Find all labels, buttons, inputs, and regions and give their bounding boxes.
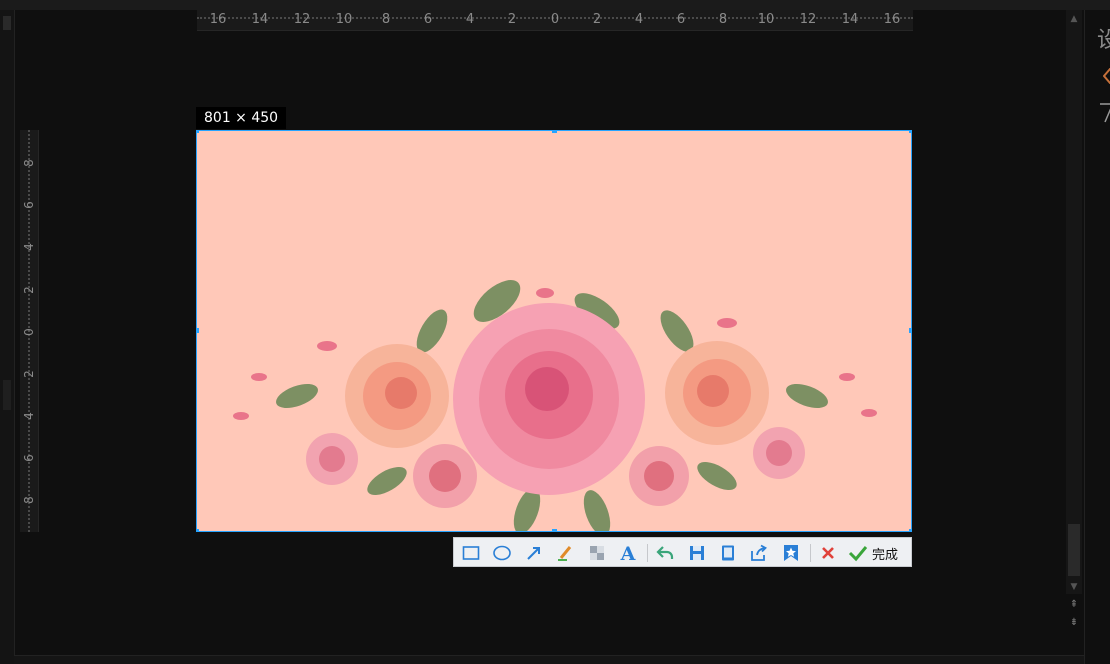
ruler-label: 8 [22,496,36,504]
resize-handle-top-right[interactable] [909,131,911,133]
capture-selection[interactable] [196,130,912,532]
ruler-label: 8 [381,12,391,27]
scroll-top-button[interactable]: ⇞ [1068,599,1080,611]
undo-icon [656,546,674,559]
share-icon [751,544,767,561]
resize-handle-bottom[interactable] [552,529,557,531]
star-bookmark-icon [784,545,798,561]
ruler-label: 2 [507,12,517,27]
done-label: 完成 [872,547,899,563]
pin-button[interactable] [716,541,740,565]
capture-toolbar: A 完成 [453,537,912,567]
collect-button[interactable] [779,541,803,565]
ruler-label: 4 [22,243,36,251]
resize-handle-bottom-left[interactable] [197,529,199,531]
left-scroll-strip[interactable] [0,10,15,664]
save-icon [690,546,704,560]
cancel-button[interactable] [816,541,840,565]
undo-button[interactable] [653,541,677,565]
ruler-label: 4 [22,412,36,420]
ruler-label: 2 [22,286,36,294]
resize-handle-bottom-right[interactable] [909,529,911,531]
scroll-up-arrow[interactable]: ▲ [1069,14,1079,24]
arrow-tool[interactable] [522,541,546,565]
ruler-label: 12 [293,12,311,27]
svg-text:A: A [620,543,636,563]
text-icon: A [620,543,636,563]
ruler-label: 6 [423,12,433,27]
share-button[interactable] [747,541,771,565]
ellipse-tool[interactable] [490,541,514,565]
ruler-label: 6 [22,454,36,462]
right-settings-panel: 设 [1084,10,1110,664]
ruler-label: 0 [22,328,36,336]
panel-title-partial: 设 [1097,22,1110,54]
top-bar [0,0,1110,10]
ruler-label: 6 [22,201,36,209]
selection-size-label: 801 × 450 [196,107,287,129]
checkmark-icon [848,546,868,562]
rectangle-tool[interactable] [459,541,483,565]
ruler-label: 2 [22,370,36,378]
ruler-label: 14 [251,12,269,27]
resize-handle-left[interactable] [197,328,199,333]
ruler-label: 16 [209,12,227,27]
ruler-label: 4 [634,12,644,27]
ruler-label: 4 [465,12,475,27]
text-tool[interactable]: A [616,541,640,565]
ruler-label: 10 [335,12,353,27]
toolbar-separator [810,544,811,562]
mosaic-icon [590,546,604,560]
scroll-bottom-button[interactable]: ⇟ [1068,617,1080,629]
brush-tool[interactable] [554,541,578,565]
resize-handle-top[interactable] [552,131,557,133]
resize-handle-top-left[interactable] [197,131,199,133]
left-scroll-thumb[interactable] [3,16,11,30]
ruler-label: 10 [757,12,775,27]
ruler-label: 12 [799,12,817,27]
floral-image [197,131,911,531]
brush-icon [558,546,572,561]
horizontal-ruler: 16 14 12 10 8 6 4 2 0 2 4 6 8 10 12 14 1… [197,10,913,31]
mosaic-tool[interactable] [585,541,609,565]
ruler-label: 8 [22,159,36,167]
vertical-scrollbar[interactable]: ▲ ▼ [1066,10,1082,594]
ruler-label: 14 [841,12,859,27]
diamond-icon[interactable] [1103,68,1110,84]
ruler-label: 0 [550,12,560,27]
save-button[interactable] [685,541,709,565]
horizontal-scrollbar[interactable] [14,655,1084,664]
scroll-down-arrow[interactable]: ▼ [1069,582,1079,592]
ellipse-icon [493,545,511,561]
vertical-ruler: 8 6 4 2 0 2 4 6 8 [20,130,39,532]
ruler-label: 2 [592,12,602,27]
pin-icon [722,545,734,561]
toolbar-separator [647,544,648,562]
vertical-scroll-thumb[interactable] [1068,524,1080,576]
arrow-icon [527,547,540,560]
ruler-label: 6 [676,12,686,27]
left-scroll-track-mark [3,380,11,410]
close-icon [822,547,834,559]
done-button[interactable]: 完成 [848,541,898,565]
rectangle-icon [462,546,480,560]
resize-handle-right[interactable] [909,328,911,333]
ruler-label: 16 [883,12,901,27]
ruler-label: 8 [718,12,728,27]
angle-icon[interactable] [1099,96,1110,126]
